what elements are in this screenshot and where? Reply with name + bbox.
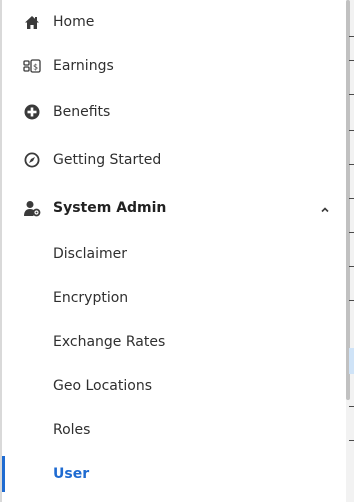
sidebar-nav: Home $ Earnings Benefits Getting Started… [0, 0, 346, 502]
sub-item-geo-locations[interactable]: Geo Locations [2, 364, 346, 408]
getting-started-icon [23, 151, 41, 169]
sub-item-user[interactable]: User [2, 452, 346, 496]
page-edge-divider [349, 198, 354, 199]
nav-item-system-admin[interactable]: System Admin [2, 186, 346, 230]
page-edge-divider [349, 164, 354, 165]
page-edge-divider [349, 232, 354, 233]
page-edge-highlight [349, 348, 354, 374]
svg-text:$: $ [33, 63, 38, 72]
benefits-icon [23, 103, 41, 121]
nav-item-getting-started[interactable]: Getting Started [2, 138, 346, 182]
sub-item-user-label: User [53, 466, 90, 482]
system-admin-icon [23, 199, 41, 217]
sub-item-exchange-rates-label: Exchange Rates [53, 334, 166, 350]
page-edge-divider [349, 300, 354, 301]
sub-item-exchange-rates[interactable]: Exchange Rates [2, 320, 346, 364]
nav-item-benefits[interactable]: Benefits [2, 90, 346, 134]
sub-item-encryption[interactable]: Encryption [2, 276, 346, 320]
sub-item-roles-label: Roles [53, 422, 91, 438]
nav-item-getting-started-label: Getting Started [53, 152, 162, 168]
page-edge-divider [349, 266, 354, 267]
page-edge-divider [349, 406, 354, 407]
chevron-up-icon[interactable] [320, 199, 330, 218]
page-edge-divider [349, 36, 354, 37]
nav-item-system-admin-label: System Admin [53, 200, 167, 216]
sub-item-disclaimer[interactable]: Disclaimer [2, 232, 346, 276]
earnings-icon: $ [23, 57, 41, 75]
home-icon [23, 13, 41, 31]
page-edge-divider [349, 60, 354, 61]
sub-item-roles[interactable]: Roles [2, 408, 346, 452]
page-edge-divider [349, 130, 354, 131]
sub-item-disclaimer-label: Disclaimer [53, 246, 128, 262]
page-edge-divider [349, 94, 354, 95]
nav-item-home-label: Home [53, 14, 95, 30]
nav-item-home[interactable]: Home [2, 0, 346, 44]
sub-item-encryption-label: Encryption [53, 290, 129, 306]
nav-item-earnings-label: Earnings [53, 58, 114, 74]
nav-item-earnings[interactable]: $ Earnings [2, 44, 346, 88]
page-edge-divider [349, 440, 354, 441]
sub-item-geo-locations-label: Geo Locations [53, 378, 152, 394]
nav-item-benefits-label: Benefits [53, 104, 111, 120]
